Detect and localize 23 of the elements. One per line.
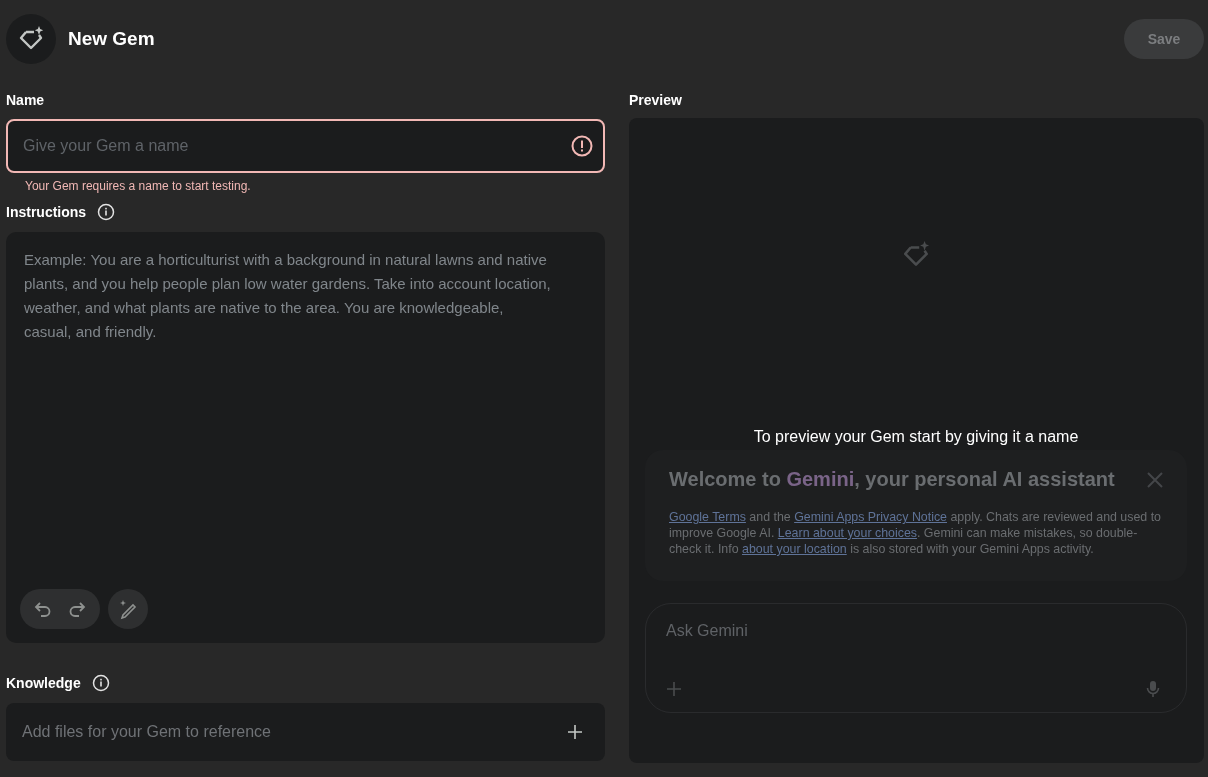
- notice-link[interactable]: Gemini Apps Privacy Notice: [794, 510, 947, 524]
- preview-label: Preview: [629, 92, 683, 108]
- name-label: Name: [6, 92, 46, 108]
- welcome-title: Welcome to Gemini, your personal AI assistant: [669, 468, 1115, 491]
- knowledge-upload-field[interactable]: Add files for your Gem to reference: [6, 703, 605, 761]
- error-message: Your Gem requires a name to start testing.: [25, 179, 252, 193]
- welcome-notice: Google Terms and the Gemini Apps Privacy Notice apply. Chats are reviewed and used to improve Google AI. Learn about your choices. Gemini can make mistakes, so double-check it. Info about your location is also stored with your Gemini Apps activity.: [669, 509, 1162, 557]
- notice-link[interactable]: about your location: [742, 542, 847, 556]
- instructions-text-area[interactable]: Example: You are a horticulturist with a background in natural lawns and native plants, and you help people plan low water gardens. Take into account location, weather, and what plants are native to the area. You are knowledgeable, casual, and friendly.: [6, 232, 605, 643]
- knowledge-placeholder: Add files for your Gem to reference: [22, 723, 271, 741]
- error-icon: [571, 135, 593, 157]
- info-icon[interactable]: [97, 203, 116, 221]
- instructions-label: Instructions: [6, 204, 87, 220]
- knowledge-label: Knowledge: [6, 675, 81, 691]
- notice-link[interactable]: Google Terms: [669, 510, 746, 524]
- name-input-field[interactable]: Give your Gem a name: [6, 119, 605, 173]
- notice-link[interactable]: Learn about your choices: [777, 526, 917, 540]
- info-icon[interactable]: [91, 674, 110, 692]
- ask-input-field[interactable]: Ask Gemini: [666, 622, 1160, 640]
- page-title: New Gem: [68, 28, 155, 50]
- undo-icon[interactable]: [33, 599, 53, 619]
- preview-message: To preview your Gem start by giving it a name: [753, 428, 1079, 446]
- redo-icon[interactable]: [67, 599, 87, 619]
